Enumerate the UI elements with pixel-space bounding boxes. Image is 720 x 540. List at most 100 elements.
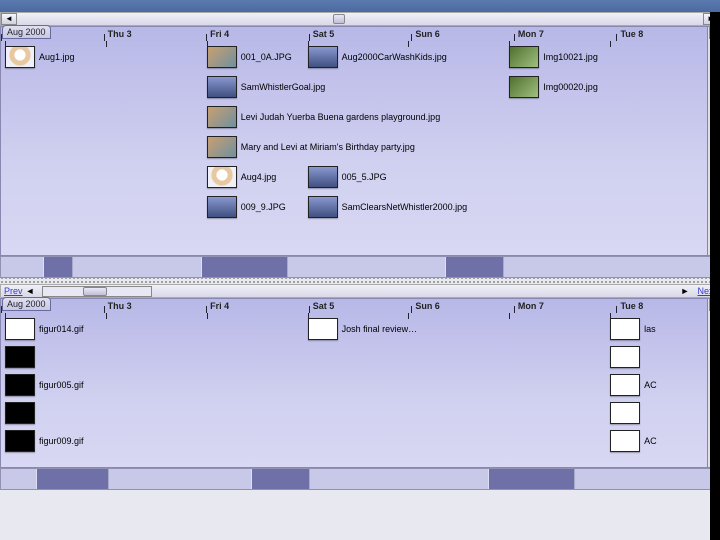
overview-strip-bottom[interactable] bbox=[0, 468, 720, 490]
thumbnail[interactable] bbox=[610, 318, 640, 340]
thumbnail[interactable] bbox=[207, 106, 237, 128]
thumbnail[interactable] bbox=[207, 166, 237, 188]
overview-segment[interactable] bbox=[446, 257, 503, 277]
media-item[interactable]: las bbox=[610, 317, 656, 341]
overview-segment[interactable] bbox=[504, 257, 719, 277]
media-filename: 009_9.JPG bbox=[241, 202, 286, 212]
nav-right-arrow[interactable]: ► bbox=[680, 286, 694, 297]
day-column-header: Sun 6 bbox=[411, 299, 514, 313]
month-tab-bottom[interactable]: Aug 2000 bbox=[2, 297, 51, 311]
media-item[interactable] bbox=[610, 401, 644, 425]
thumbnail[interactable] bbox=[509, 46, 539, 68]
nav-left-arrow[interactable]: ◄ bbox=[26, 286, 40, 297]
media-filename: Aug4.jpg bbox=[241, 172, 277, 182]
media-item[interactable]: AC bbox=[610, 429, 657, 453]
thumbnail[interactable] bbox=[207, 76, 237, 98]
day-label: Sun 6 bbox=[415, 29, 440, 39]
nav-scroll-thumb[interactable] bbox=[83, 287, 107, 296]
media-item[interactable] bbox=[5, 401, 39, 425]
media-filename: Josh final review… bbox=[342, 324, 418, 334]
thumbnail[interactable] bbox=[610, 402, 640, 424]
thumbnail[interactable] bbox=[5, 374, 35, 396]
thumbnail[interactable] bbox=[5, 46, 35, 68]
media-item[interactable]: figur014.gif bbox=[5, 317, 84, 341]
day-column-header: Mon 7 bbox=[514, 299, 617, 313]
thumbnail[interactable] bbox=[5, 430, 35, 452]
overview-strip-top[interactable] bbox=[0, 256, 720, 278]
thumbnail[interactable] bbox=[5, 318, 35, 340]
day-column-header: Tue 8 bbox=[616, 27, 719, 41]
media-filename: las bbox=[644, 324, 656, 334]
overview-segment[interactable] bbox=[1, 469, 37, 489]
overview-segment[interactable] bbox=[288, 257, 446, 277]
overview-segment[interactable] bbox=[44, 257, 73, 277]
window-titlebar bbox=[0, 0, 720, 12]
day-column-header: Fri 4 bbox=[206, 27, 309, 41]
day-label: Thu 3 bbox=[108, 301, 132, 311]
media-item[interactable]: SamClearsNetWhistler2000.jpg bbox=[308, 195, 468, 219]
media-item[interactable]: 009_9.JPG bbox=[207, 195, 286, 219]
day-column-header: Sat 5 bbox=[309, 27, 412, 41]
media-item[interactable]: Img00020.jpg bbox=[509, 75, 598, 99]
day-grid-bottom: figur014.gif figur005.gif figur009.gif Josh… bbox=[1, 313, 719, 467]
media-item[interactable] bbox=[5, 345, 39, 369]
overview-segment[interactable] bbox=[109, 469, 253, 489]
day-grid-top: Aug1.jpg 001_0A.JPG Aug2000CarWashKids.jpg… bbox=[1, 41, 719, 255]
thumbnail[interactable] bbox=[207, 136, 237, 158]
hscroll-left-arrow[interactable]: ◄ bbox=[1, 13, 17, 25]
overview-segment[interactable] bbox=[37, 469, 109, 489]
thumbnail[interactable] bbox=[5, 402, 35, 424]
media-item[interactable]: Mary and Levi at Miriam's Birthday party… bbox=[207, 135, 415, 159]
media-item[interactable]: figur005.gif bbox=[5, 373, 84, 397]
thumbnail[interactable] bbox=[509, 76, 539, 98]
thumbnail[interactable] bbox=[308, 46, 338, 68]
media-item[interactable] bbox=[610, 345, 644, 369]
overview-segment[interactable] bbox=[252, 469, 309, 489]
media-filename: 001_0A.JPG bbox=[241, 52, 292, 62]
media-item[interactable]: 005_5.JPG bbox=[308, 165, 387, 189]
media-filename: figur005.gif bbox=[39, 380, 84, 390]
day-column-header: Thu 3 bbox=[104, 299, 207, 313]
hscroll-track[interactable] bbox=[17, 13, 703, 25]
media-item[interactable]: 001_0A.JPG bbox=[207, 45, 292, 69]
day-label: Sat 5 bbox=[313, 301, 335, 311]
overview-segment[interactable] bbox=[489, 469, 575, 489]
media-filename: Img10021.jpg bbox=[543, 52, 598, 62]
thumbnail[interactable] bbox=[308, 196, 338, 218]
media-item[interactable]: figur009.gif bbox=[5, 429, 84, 453]
media-item[interactable]: Levi Judah Yuerba Buena gardens playgrou… bbox=[207, 105, 441, 129]
month-label-bottom: Aug 2000 bbox=[7, 299, 46, 309]
day-header-top: Wed 2Thu 3Fri 4Sat 5Sun 6Mon 7Tue 8 bbox=[1, 27, 719, 41]
day-label: Thu 3 bbox=[108, 29, 132, 39]
slide-blank-edge bbox=[710, 12, 720, 540]
overview-segment[interactable] bbox=[202, 257, 288, 277]
thumbnail[interactable] bbox=[610, 346, 640, 368]
thumbnail[interactable] bbox=[207, 46, 237, 68]
day-label: Sat 5 bbox=[313, 29, 335, 39]
thumbnail[interactable] bbox=[207, 196, 237, 218]
thumbnail[interactable] bbox=[5, 346, 35, 368]
thumbnail[interactable] bbox=[610, 430, 640, 452]
media-item[interactable]: SamWhistlerGoal.jpg bbox=[207, 75, 326, 99]
media-filename: SamClearsNetWhistler2000.jpg bbox=[342, 202, 468, 212]
thumbnail[interactable] bbox=[610, 374, 640, 396]
media-item[interactable]: Img10021.jpg bbox=[509, 45, 598, 69]
overview-segment[interactable] bbox=[310, 469, 490, 489]
thumbnail[interactable] bbox=[308, 318, 338, 340]
media-item[interactable]: Aug2000CarWashKids.jpg bbox=[308, 45, 447, 69]
media-item[interactable]: Aug1.jpg bbox=[5, 45, 75, 69]
thumbnail[interactable] bbox=[308, 166, 338, 188]
top-hscroll[interactable]: ◄ ► bbox=[0, 12, 720, 26]
media-item[interactable]: Josh final review… bbox=[308, 317, 418, 341]
overview-segment[interactable] bbox=[575, 469, 719, 489]
prev-link[interactable]: Prev bbox=[1, 286, 26, 296]
overview-segment[interactable] bbox=[1, 257, 44, 277]
day-label: Fri 4 bbox=[210, 301, 229, 311]
media-filename: Aug1.jpg bbox=[39, 52, 75, 62]
hscroll-thumb[interactable] bbox=[333, 14, 345, 24]
media-item[interactable]: Aug4.jpg bbox=[207, 165, 277, 189]
media-item[interactable]: AC bbox=[610, 373, 657, 397]
month-tab-top[interactable]: Aug 2000 bbox=[2, 25, 51, 39]
day-column-header: Sun 6 bbox=[411, 27, 514, 41]
overview-segment[interactable] bbox=[73, 257, 202, 277]
